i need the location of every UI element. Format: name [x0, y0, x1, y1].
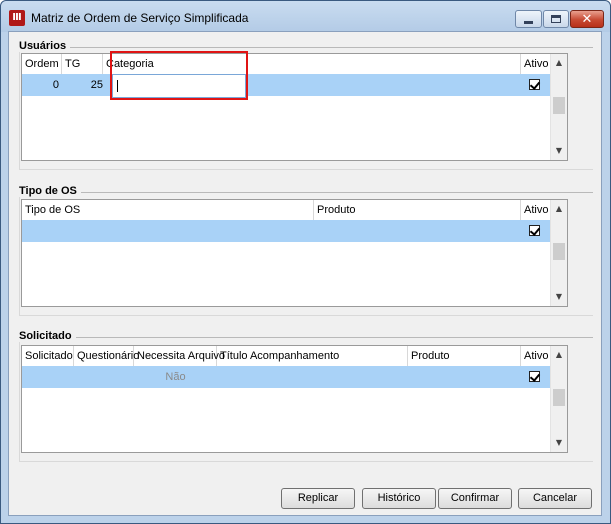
cancelar-button[interactable]: Cancelar — [518, 488, 592, 509]
scroll-up-icon[interactable]: ▲ — [551, 347, 567, 363]
group-title-tipo-os: Tipo de OS — [19, 185, 81, 197]
table-row[interactable] — [22, 220, 551, 242]
cell-necessita-arquivo: Não — [165, 371, 186, 383]
column-header-produto[interactable]: Produto — [408, 346, 521, 366]
column-header-ordem[interactable]: Ordem — [22, 54, 62, 74]
table-row[interactable]: Não — [22, 366, 551, 388]
historico-button[interactable]: Histórico — [362, 488, 436, 509]
cell-ordem: 0 — [52, 79, 59, 91]
scroll-down-icon[interactable]: ▼ — [551, 289, 567, 305]
group-border — [19, 47, 593, 48]
scroll-thumb[interactable] — [553, 389, 565, 406]
highlight-box — [110, 51, 248, 100]
scroll-thumb[interactable] — [553, 97, 565, 114]
usuarios-grid-header: Ordem TG Categoria Ativo — [22, 54, 551, 74]
group-border — [19, 337, 20, 462]
scroll-down-icon[interactable]: ▼ — [551, 435, 567, 451]
confirmar-button[interactable]: Confirmar — [438, 488, 512, 509]
column-header-questionario[interactable]: Questionário — [74, 346, 139, 366]
app-logo-icon: Ⅲ — [9, 10, 25, 26]
column-header-ativo[interactable]: Ativo — [521, 346, 551, 366]
minimize-button[interactable] — [515, 10, 542, 28]
tipo-os-scrollbar[interactable]: ▲ ▼ — [550, 200, 567, 306]
group-title-usuarios: Usuários — [19, 40, 71, 52]
ativo-checkbox[interactable] — [529, 79, 540, 90]
group-border — [19, 315, 593, 316]
column-header-tg[interactable]: TG — [62, 54, 103, 74]
close-icon: ✕ — [581, 11, 593, 27]
group-border — [19, 461, 593, 462]
ativo-checkbox[interactable] — [529, 225, 540, 236]
group-border — [19, 337, 593, 338]
scroll-down-icon[interactable]: ▼ — [551, 143, 567, 159]
group-border — [19, 192, 593, 193]
tipo-os-grid[interactable]: Tipo de OS Produto Ativo ▲ ▼ — [21, 199, 568, 307]
group-title-solicitado: Solicitado — [19, 330, 76, 342]
scroll-up-icon[interactable]: ▲ — [551, 201, 567, 217]
column-header-necessita-arquivo[interactable]: Necessita Arquivo — [134, 346, 225, 366]
title-bar[interactable]: Ⅲ Matriz de Ordem de Serviço Simplificad… — [1, 1, 610, 32]
ativo-checkbox[interactable] — [529, 371, 540, 382]
column-header-solicitado[interactable]: Solicitado — [22, 346, 74, 366]
usuarios-scrollbar[interactable]: ▲ ▼ — [550, 54, 567, 160]
replicar-button[interactable]: Replicar — [281, 488, 355, 509]
column-header-ativo[interactable]: Ativo — [521, 200, 551, 220]
column-header-produto[interactable]: Produto — [314, 200, 521, 220]
scroll-thumb[interactable] — [553, 243, 565, 260]
column-header-ativo[interactable]: Ativo — [521, 54, 551, 74]
scroll-up-icon[interactable]: ▲ — [551, 55, 567, 71]
maximize-button[interactable] — [543, 10, 569, 28]
solicitado-scrollbar[interactable]: ▲ ▼ — [550, 346, 567, 452]
cell-tg: 25 — [90, 79, 103, 91]
table-row[interactable]: 0 25 — [22, 74, 551, 96]
column-header-tipo-os[interactable]: Tipo de OS — [22, 200, 314, 220]
window-title: Matriz de Ordem de Serviço Simplificada — [31, 11, 249, 25]
group-border — [19, 192, 20, 316]
usuarios-grid[interactable]: Ordem TG Categoria Ativo 0 25 ▲ ▼ — [21, 53, 568, 161]
group-border — [19, 47, 20, 170]
solicitado-grid-header: Solicitado Questionário Necessita Arquiv… — [22, 346, 551, 366]
group-border — [19, 169, 593, 170]
column-header-titulo-acompanhamento[interactable]: Título Acompanhamento — [217, 346, 408, 366]
maximize-icon — [551, 15, 561, 23]
close-button[interactable]: ✕ — [570, 10, 604, 28]
minimize-icon — [524, 20, 533, 24]
dialog-body: Usuários Ordem TG Categoria Ativo 0 25 ▲… — [8, 31, 602, 516]
solicitado-grid[interactable]: Solicitado Questionário Necessita Arquiv… — [21, 345, 568, 453]
tipo-os-grid-header: Tipo de OS Produto Ativo — [22, 200, 551, 220]
